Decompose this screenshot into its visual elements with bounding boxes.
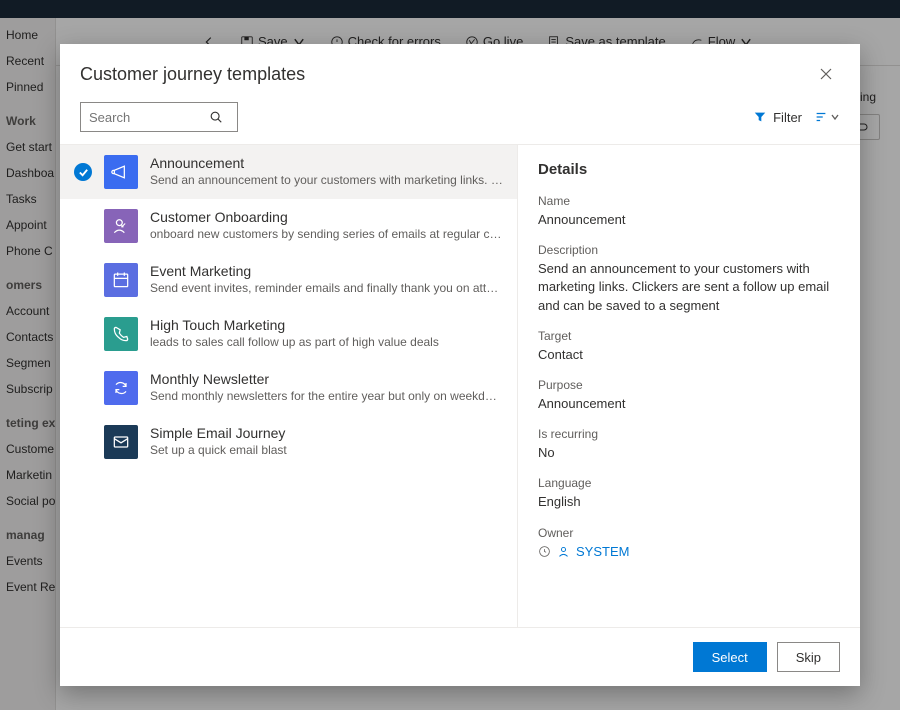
field-value-target: Contact [538, 346, 840, 364]
search-input-wrap[interactable] [80, 102, 238, 132]
check-indicator [74, 163, 92, 181]
details-header: Details [538, 161, 840, 178]
template-description: leads to sales call follow up as part of… [150, 335, 503, 349]
check-indicator [74, 325, 92, 343]
check-indicator [74, 217, 92, 235]
template-title: Customer Onboarding [150, 209, 503, 225]
template-description: onboard new customers by sending series … [150, 227, 503, 241]
template-description: Send an announcement to your customers w… [150, 173, 503, 187]
check-indicator [74, 433, 92, 451]
close-button[interactable] [812, 60, 840, 88]
template-title: Announcement [150, 155, 503, 171]
check-indicator [74, 271, 92, 289]
template-title: Monthly Newsletter [150, 371, 503, 387]
template-item[interactable]: Announcement Send an announcement to your… [60, 145, 517, 199]
person-icon [104, 209, 138, 243]
template-item[interactable]: Event Marketing Send event invites, remin… [60, 253, 517, 307]
check-indicator [74, 379, 92, 397]
template-item[interactable]: High Touch Marketing leads to sales call … [60, 307, 517, 361]
calendar-icon [104, 263, 138, 297]
template-description: Send monthly newsletters for the entire … [150, 389, 503, 403]
field-label-owner: Owner [538, 526, 840, 540]
clock-icon [538, 545, 551, 558]
field-label-purpose: Purpose [538, 378, 840, 392]
template-item[interactable]: Monthly Newsletter Send monthly newslette… [60, 361, 517, 415]
filter-label: Filter [773, 110, 802, 125]
field-label-name: Name [538, 194, 840, 208]
select-button[interactable]: Select [693, 642, 767, 672]
search-input[interactable] [89, 110, 209, 125]
close-icon [819, 67, 833, 81]
template-title: High Touch Marketing [150, 317, 503, 333]
field-label-description: Description [538, 243, 840, 257]
field-value-recurring: No [538, 444, 840, 462]
person-icon [557, 545, 570, 558]
mail-icon [104, 425, 138, 459]
field-label-language: Language [538, 476, 840, 490]
template-description: Set up a quick email blast [150, 443, 503, 457]
search-icon [209, 110, 223, 124]
phone-icon [104, 317, 138, 351]
field-value-description: Send an announcement to your customers w… [538, 260, 840, 315]
template-title: Simple Email Journey [150, 425, 503, 441]
megaphone-icon [104, 155, 138, 189]
filter-button[interactable]: Filter [753, 110, 802, 125]
field-value-purpose: Announcement [538, 395, 840, 413]
template-list: Announcement Send an announcement to your… [60, 145, 518, 627]
template-item[interactable]: Simple Email Journey Set up a quick email… [60, 415, 517, 469]
template-description: Send event invites, reminder emails and … [150, 281, 503, 295]
sort-icon [814, 110, 828, 124]
details-pane: Details Name Announcement Description Se… [518, 145, 860, 627]
sort-button[interactable] [814, 110, 840, 124]
template-item[interactable]: Customer Onboarding onboard new customers… [60, 199, 517, 253]
field-label-recurring: Is recurring [538, 427, 840, 441]
skip-button[interactable]: Skip [777, 642, 840, 672]
dialog-title: Customer journey templates [80, 64, 305, 85]
sync-icon [104, 371, 138, 405]
filter-icon [753, 110, 767, 124]
field-value-name: Announcement [538, 211, 840, 229]
chevron-down-icon [830, 112, 840, 122]
field-value-language: English [538, 493, 840, 511]
template-title: Event Marketing [150, 263, 503, 279]
template-picker-dialog: Customer journey templates Filter Announ… [60, 44, 860, 686]
field-label-target: Target [538, 329, 840, 343]
field-value-owner: SYSTEM [576, 544, 629, 559]
